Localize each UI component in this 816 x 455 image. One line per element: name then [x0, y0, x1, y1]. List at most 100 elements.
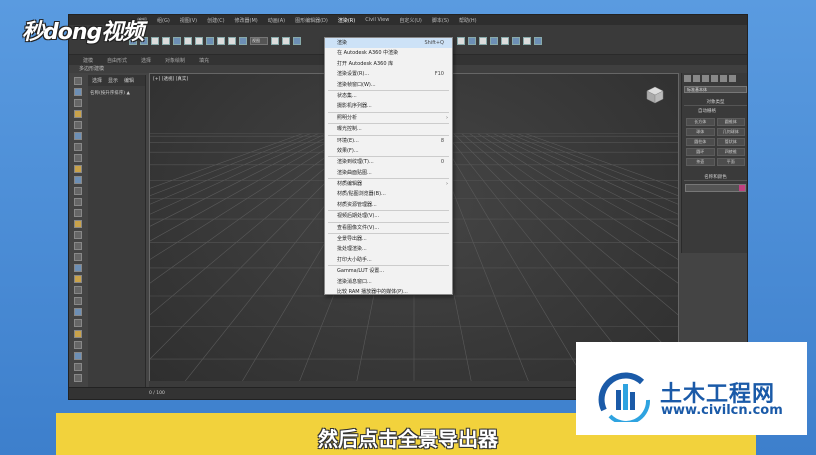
scene-explorer-tool-icon[interactable]: [74, 121, 82, 129]
render-menu-item[interactable]: 渲染到纹理(T)... 0: [325, 157, 452, 167]
menu-item[interactable]: 帮助(H): [459, 17, 477, 24]
render-menu-item[interactable]: 渲染帧窗口(W)...: [325, 80, 452, 90]
render-menu-item[interactable]: 全景导出器...: [325, 234, 452, 244]
menu-item[interactable]: 组(G): [157, 17, 170, 24]
link-icon[interactable]: [151, 37, 159, 45]
create-tab-icon[interactable]: [684, 75, 691, 82]
scene-explorer-tool-icon[interactable]: [74, 264, 82, 272]
scene-explorer-tool-icon[interactable]: [74, 99, 82, 107]
frame-counter[interactable]: 0 / 100: [149, 391, 165, 396]
scene-explorer-tool-icon[interactable]: [74, 143, 82, 151]
hierarchy-tab-icon[interactable]: [702, 75, 709, 82]
menu-item[interactable]: 脚本(S): [432, 17, 449, 24]
viewcube-icon[interactable]: [645, 85, 665, 105]
teapot-icon[interactable]: [534, 37, 542, 45]
render-menu-item[interactable]: 渲染曲面贴图...: [325, 168, 452, 178]
render-menu-item[interactable]: 视频后期处理(V)...: [325, 211, 452, 221]
render-menu-item[interactable]: 批处理渲染...: [325, 244, 452, 254]
render-menu-item[interactable]: 材质/贴图浏览器(B)...: [325, 189, 452, 199]
menu-item[interactable]: 图形编辑器(D): [295, 17, 328, 24]
autogrid-checkbox[interactable]: 自动栅格: [684, 108, 747, 114]
object-type-button[interactable]: 几何球体: [716, 128, 745, 136]
object-type-button[interactable]: 圆锥体: [716, 118, 745, 126]
rotate-icon[interactable]: [228, 37, 236, 45]
manipulate-icon[interactable]: [282, 37, 290, 45]
object-type-button[interactable]: 四棱锥: [716, 148, 745, 156]
menu-item[interactable]: 视图(V): [180, 17, 197, 24]
viewport-label[interactable]: [+] [透视] [真实]: [153, 76, 188, 82]
render-icon[interactable]: [512, 37, 520, 45]
scene-explorer-tool-icon[interactable]: [74, 319, 82, 327]
ribbon-tab[interactable]: 选择: [141, 57, 151, 64]
motion-tab-icon[interactable]: [711, 75, 718, 82]
render-menu-item[interactable]: 打开 Autodesk A360 库: [325, 59, 452, 69]
render-menu-item[interactable]: 效果(F)...: [325, 146, 452, 156]
scene-explorer-tool-icon[interactable]: [74, 88, 82, 96]
scene-explorer-tool-icon[interactable]: [74, 77, 82, 85]
scene-explorer-tab[interactable]: 选择: [92, 77, 102, 84]
select-by-name-icon[interactable]: [195, 37, 203, 45]
object-type-button[interactable]: 圆柱体: [686, 138, 715, 146]
move-icon[interactable]: [217, 37, 225, 45]
render-menu-item[interactable]: 打印大小助手...: [325, 255, 452, 265]
object-type-button[interactable]: 球体: [686, 128, 715, 136]
ribbon-tab[interactable]: 填充: [199, 57, 209, 64]
scene-explorer-tool-icon[interactable]: [74, 110, 82, 118]
menu-item[interactable]: 渲染(R): [338, 17, 355, 24]
scene-explorer-tool-icon[interactable]: [74, 374, 82, 382]
modify-tab-icon[interactable]: [693, 75, 700, 82]
scene-explorer-header[interactable]: 名称(按升序排序) ▲: [88, 86, 145, 100]
scene-explorer-tool-icon[interactable]: [74, 341, 82, 349]
render-menu-item[interactable]: Gamma/LUT 设置...: [325, 266, 452, 276]
object-type-button[interactable]: 茶壶: [686, 158, 715, 166]
display-tab-icon[interactable]: [720, 75, 727, 82]
scene-explorer-tool-icon[interactable]: [74, 132, 82, 140]
object-type-button[interactable]: 长方体: [686, 118, 715, 126]
scene-explorer-tool-icon[interactable]: [74, 352, 82, 360]
render-a360-icon[interactable]: [523, 37, 531, 45]
menu-item[interactable]: 自定义(U): [399, 17, 422, 24]
region-select-icon[interactable]: [206, 37, 214, 45]
scene-explorer-tool-icon[interactable]: [74, 242, 82, 250]
select-icon[interactable]: [184, 37, 192, 45]
menu-item[interactable]: 创建(C): [207, 17, 224, 24]
object-type-button[interactable]: 圆环: [686, 148, 715, 156]
scene-explorer-tab[interactable]: 显示: [108, 77, 118, 84]
scene-explorer-tool-icon[interactable]: [74, 253, 82, 261]
render-menu-item[interactable]: 在 Autodesk A360 中渲染: [325, 48, 452, 58]
render-menu-item[interactable]: 查看图像文件(V)...: [325, 223, 452, 233]
unlink-icon[interactable]: [162, 37, 170, 45]
scene-explorer-tool-icon[interactable]: [74, 308, 82, 316]
bind-icon[interactable]: [173, 37, 181, 45]
render-menu-item[interactable]: 渲染 Shift+Q: [325, 38, 452, 49]
scene-explorer-tool-icon[interactable]: [74, 297, 82, 305]
menu-item[interactable]: 动画(A): [268, 17, 285, 24]
render-menu-item[interactable]: 环境(E)... 8: [325, 136, 452, 146]
render-menu-item[interactable]: 照明分析 ›: [325, 113, 452, 123]
scene-explorer-tool-icon[interactable]: [74, 198, 82, 206]
scene-explorer-tab[interactable]: 编辑: [124, 77, 134, 84]
scene-explorer-tool-icon[interactable]: [74, 330, 82, 338]
ribbon-tab[interactable]: 建模: [83, 57, 93, 64]
render-setup-icon[interactable]: [490, 37, 498, 45]
material-editor-icon[interactable]: [479, 37, 487, 45]
object-type-button[interactable]: 管状体: [716, 138, 745, 146]
scene-explorer-tool-icon[interactable]: [74, 286, 82, 294]
schematic-view-icon[interactable]: [468, 37, 476, 45]
scene-explorer-tool-icon[interactable]: [74, 154, 82, 162]
scene-explorer-tool-icon[interactable]: [74, 363, 82, 371]
scene-explorer-tool-icon[interactable]: [74, 165, 82, 173]
curve-editor-icon[interactable]: [457, 37, 465, 45]
object-type-button[interactable]: 平面: [716, 158, 745, 166]
scale-icon[interactable]: [239, 37, 247, 45]
menu-item[interactable]: 修改器(M): [235, 17, 258, 24]
snap-icon[interactable]: [293, 37, 301, 45]
render-menu-item[interactable]: 材质资源管理器...: [325, 200, 452, 210]
render-menu-item[interactable]: 渲染设置(R)... F10: [325, 69, 452, 79]
scene-explorer-tool-icon[interactable]: [74, 187, 82, 195]
rendered-frame-icon[interactable]: [501, 37, 509, 45]
render-menu-item[interactable]: 曝光控制...: [325, 124, 452, 134]
render-menu-item[interactable]: 渲染消息窗口...: [325, 277, 452, 287]
scene-explorer-tool-icon[interactable]: [74, 275, 82, 283]
primitive-type-dropdown[interactable]: 标准基本体: [684, 86, 747, 93]
